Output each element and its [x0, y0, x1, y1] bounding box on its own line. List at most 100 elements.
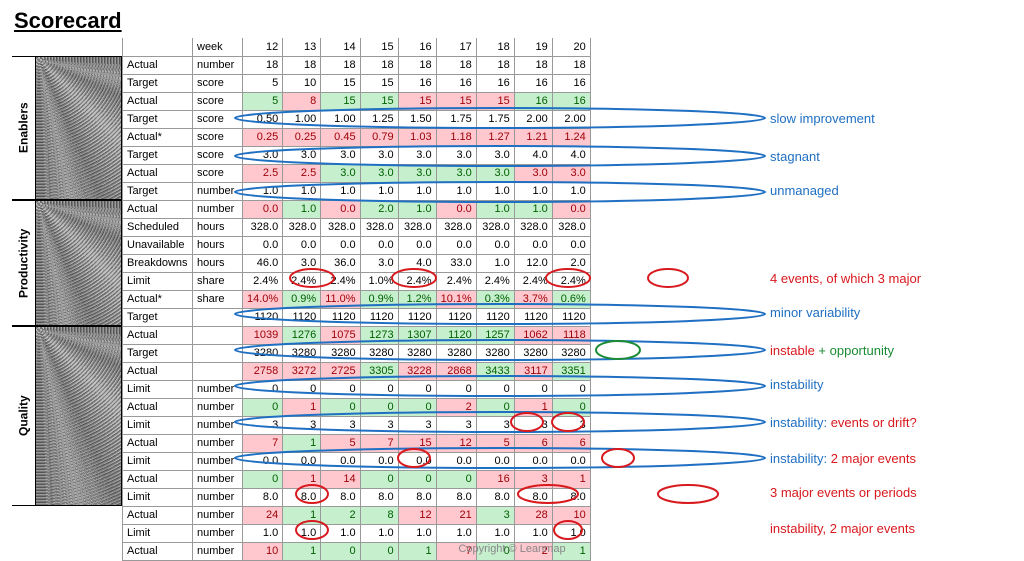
col-week-16: 16: [398, 38, 436, 56]
cell: 3: [398, 416, 436, 434]
cell: 1120: [321, 308, 360, 326]
cell: 2.4%: [552, 272, 590, 290]
metric-label: Actual: [123, 200, 193, 218]
annotation-text: unmanaged: [770, 183, 839, 198]
cell: 3: [243, 416, 283, 434]
cell: 11.0%: [321, 290, 360, 308]
cell: 0: [360, 380, 398, 398]
cell: 3: [283, 416, 321, 434]
cell: 0.0: [398, 236, 436, 254]
metric-label: Actual: [123, 56, 193, 74]
cell: 0: [321, 380, 360, 398]
cell: 2.0: [360, 200, 398, 218]
cell: 0.0: [321, 200, 360, 218]
cell: 328.0: [476, 218, 514, 236]
obscured-column: [36, 38, 122, 561]
obscured-quality: [36, 326, 122, 506]
cell: 328.0: [283, 218, 321, 236]
unit-label: [193, 344, 243, 362]
cell: 0.0: [243, 236, 283, 254]
cell: 1.0: [552, 524, 590, 542]
cell: 3280: [243, 344, 283, 362]
cell: 16: [514, 92, 552, 110]
cell: 16: [398, 74, 436, 92]
cell: 0: [360, 398, 398, 416]
cell: 18: [476, 56, 514, 74]
cell: 2: [436, 398, 476, 416]
cell: 1.0: [514, 524, 552, 542]
cell: 1: [552, 470, 590, 488]
metric-label: Actual: [123, 164, 193, 182]
cell: 16: [476, 74, 514, 92]
metric-label: Limit: [123, 272, 193, 290]
annotation-text: instability: events or drift?: [770, 415, 917, 430]
annotation-1: stagnant: [770, 150, 1020, 164]
cell: 0.0: [321, 452, 360, 470]
obscured-productivity: [36, 200, 122, 326]
cell: 15: [360, 92, 398, 110]
cell: 0: [398, 398, 436, 416]
cell: 18: [398, 56, 436, 74]
cell: 3228: [398, 362, 436, 380]
unit-label: number: [193, 488, 243, 506]
cell: 2725: [321, 362, 360, 380]
cell: 1118: [552, 326, 590, 344]
col-week-18: 18: [476, 38, 514, 56]
cell: 3280: [321, 344, 360, 362]
metric-label: Limit: [123, 380, 193, 398]
cell: 5: [321, 434, 360, 452]
table-row: Scheduledhours328.0328.0328.0328.0328.03…: [123, 218, 591, 236]
cell: 4.0: [514, 146, 552, 164]
metric-label: Breakdowns: [123, 254, 193, 272]
cell: 3280: [552, 344, 590, 362]
cell: 1.25: [360, 110, 398, 128]
cell: 0: [283, 380, 321, 398]
cell: 0.0: [398, 452, 436, 470]
metric-label: Unavailable: [123, 236, 193, 254]
metric-label: Target: [123, 74, 193, 92]
cell: 1.0: [360, 182, 398, 200]
obscured-enablers: [36, 56, 122, 200]
cell: 16: [552, 74, 590, 92]
table-row: Actualnumber010002010: [123, 398, 591, 416]
cell: 0.0: [283, 452, 321, 470]
table-row: Actualnumber01140001631: [123, 470, 591, 488]
cell: 0.0: [476, 452, 514, 470]
unit-label: number: [193, 452, 243, 470]
cell: 0.25: [283, 128, 321, 146]
cell: 8.0: [398, 488, 436, 506]
annotation-6: instability: [770, 378, 1020, 392]
cell: 8.0: [283, 488, 321, 506]
cell: 0.0: [360, 452, 398, 470]
cell: 1.0: [243, 182, 283, 200]
cell: 3351: [552, 362, 590, 380]
cell: 1.0: [283, 524, 321, 542]
cell: 1: [283, 434, 321, 452]
cell: 0.0: [514, 452, 552, 470]
metric-label: Limit: [123, 524, 193, 542]
table-row: Limitshare2.4%2.4%2.4%1.0%2.4%2.4%2.4%2.…: [123, 272, 591, 290]
cell: 3.0: [243, 146, 283, 164]
cell: 1.24: [552, 128, 590, 146]
cell: 0: [476, 398, 514, 416]
cell: 3: [321, 416, 360, 434]
table-row: Targetnumber1.01.01.01.01.01.01.01.01.0: [123, 182, 591, 200]
cell: 0: [476, 380, 514, 398]
unit-label: number: [193, 200, 243, 218]
cell: 18: [243, 56, 283, 74]
cell: 1.75: [476, 110, 514, 128]
cell: 3: [476, 416, 514, 434]
cell: 0.3%: [476, 290, 514, 308]
col-metric: [123, 38, 193, 56]
cell: 8.0: [476, 488, 514, 506]
cell: 0.0: [476, 236, 514, 254]
cell: 1.0: [514, 182, 552, 200]
col-week-17: 17: [436, 38, 476, 56]
table-row: Limitnumber333333333: [123, 416, 591, 434]
cell: 328.0: [321, 218, 360, 236]
section-labels: Enablers Productivity Quality: [12, 38, 36, 561]
cell: 12: [398, 506, 436, 524]
cell: 15: [476, 92, 514, 110]
cell: 1120: [476, 308, 514, 326]
cell: 18: [436, 56, 476, 74]
